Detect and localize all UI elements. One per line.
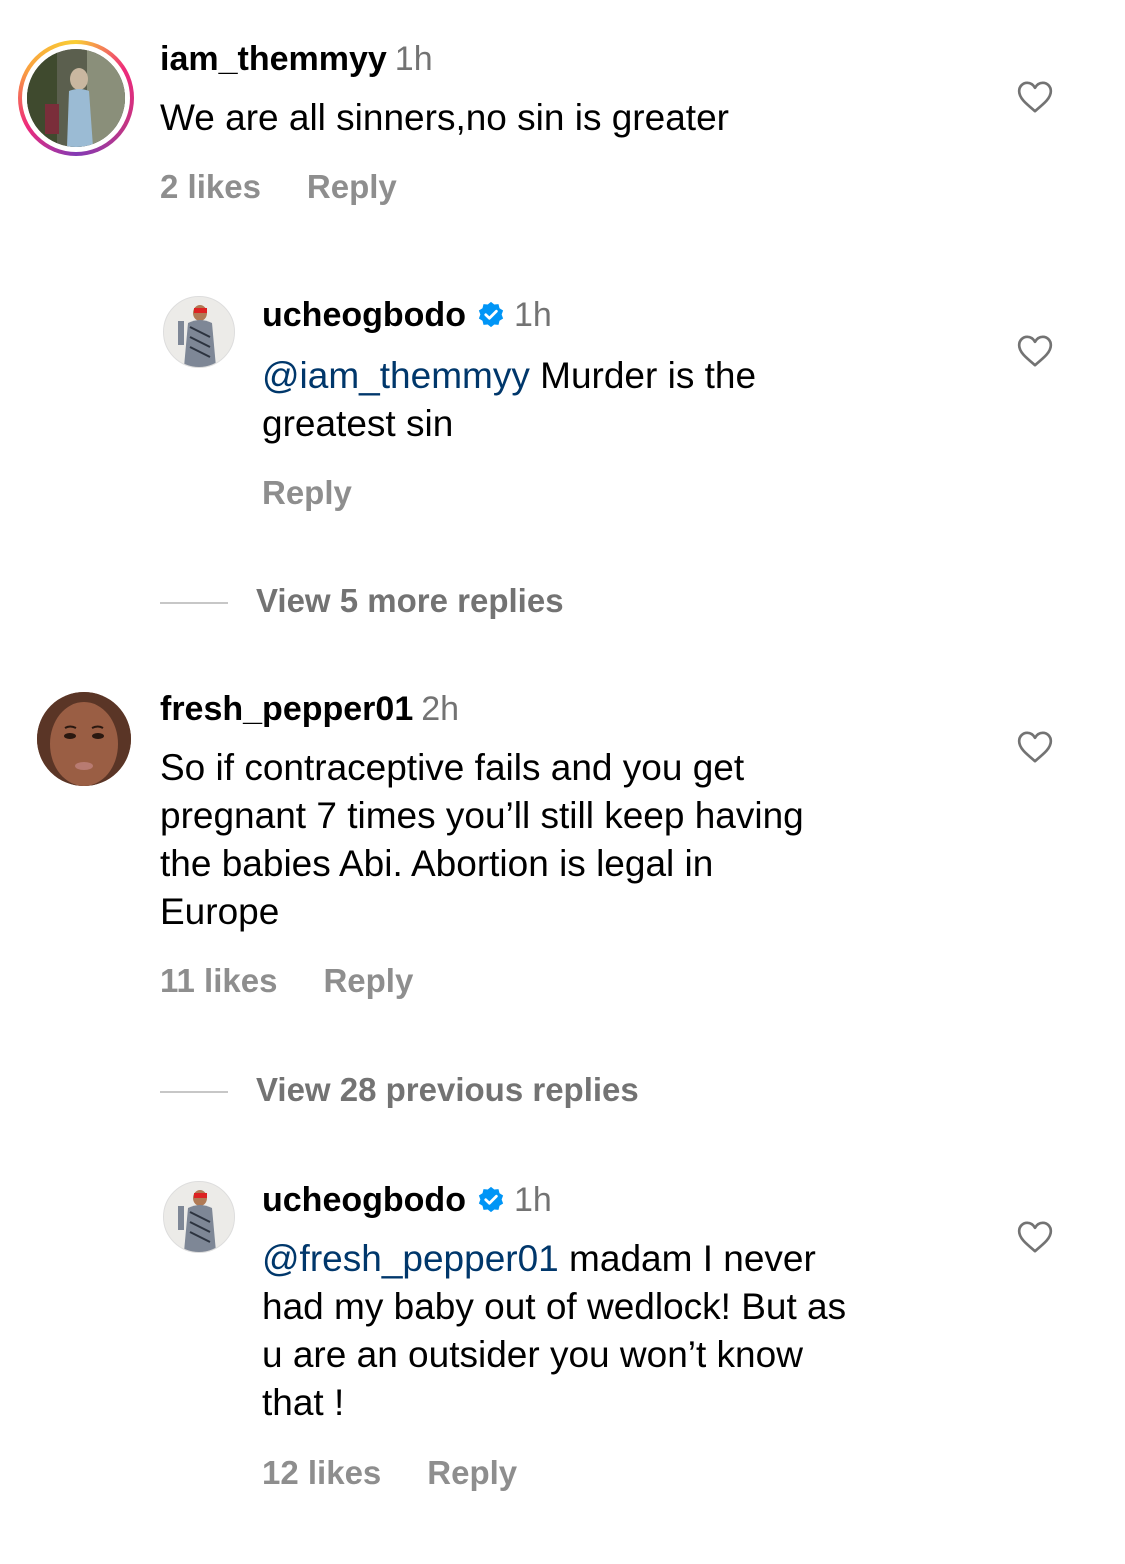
reply-button[interactable]: Reply xyxy=(427,1454,517,1491)
avatar-photo-icon xyxy=(27,49,125,147)
comment-text-line: greatest sin xyxy=(262,403,454,444)
reply-button[interactable]: Reply xyxy=(262,474,352,511)
comment-text-line: had my baby out of wedlock! But as xyxy=(262,1286,847,1327)
view-previous-replies-button[interactable]: View 28 previous replies xyxy=(160,1071,639,1109)
story-ring[interactable] xyxy=(18,40,134,156)
heart-icon[interactable] xyxy=(1015,727,1055,767)
avatar[interactable] xyxy=(27,49,125,147)
heart-icon[interactable] xyxy=(1015,77,1055,117)
avatar[interactable] xyxy=(163,296,235,368)
comment-text-line: that ! xyxy=(262,1382,345,1423)
comment-username[interactable]: ucheogbodo 1h xyxy=(262,1181,552,1220)
comment-text-line: u are an outsider you won’t know xyxy=(262,1334,803,1375)
mention-link[interactable]: @fresh_pepper01 xyxy=(262,1238,559,1279)
verified-badge-icon xyxy=(478,301,504,328)
comment-meta: 2 likes Reply xyxy=(160,168,443,206)
avatar-photo-icon xyxy=(164,1182,234,1252)
view-more-label[interactable]: View 28 previous replies xyxy=(256,1071,639,1108)
comment-username[interactable]: iam_themmyy 1h xyxy=(160,40,433,79)
comment-username[interactable]: fresh_pepper01 2h xyxy=(160,690,459,729)
username-label[interactable]: ucheogbodo xyxy=(262,296,466,334)
comment-text: @iam_themmyy Murder is the greatest sin xyxy=(262,352,1002,448)
avatar[interactable] xyxy=(37,692,131,786)
verified-badge-icon xyxy=(478,1186,504,1213)
comment-text-line: madam I never xyxy=(558,1238,816,1279)
comment-meta: 12 likes Reply xyxy=(262,1454,563,1492)
likes-count[interactable]: 11 likes xyxy=(160,962,277,999)
comment-time: 1h xyxy=(394,40,433,78)
comment-text: We are all sinners,no sin is greater xyxy=(160,97,729,138)
comment-text-line: pregnant 7 times you’ll still keep havin… xyxy=(160,795,804,836)
avatar-photo-icon xyxy=(164,297,234,367)
mention-link[interactable]: @iam_themmyy xyxy=(262,355,530,396)
comment-text: @fresh_pepper01 madam I never had my bab… xyxy=(262,1235,1002,1427)
heart-icon[interactable] xyxy=(1015,331,1055,371)
username-label[interactable]: fresh_pepper01 xyxy=(160,690,413,728)
comment-username[interactable]: ucheogbodo 1h xyxy=(262,296,552,335)
divider-line xyxy=(160,1091,228,1094)
comment-text-line: the babies Abi. Abortion is legal in xyxy=(160,843,714,884)
reply-button[interactable]: Reply xyxy=(323,962,413,999)
username-label[interactable]: iam_themmyy xyxy=(160,40,387,78)
comment-meta: 11 likes Reply xyxy=(160,962,459,1000)
view-more-replies-button[interactable]: View 5 more replies xyxy=(160,582,564,620)
comment-meta: Reply xyxy=(262,474,398,512)
reply-button[interactable]: Reply xyxy=(307,168,397,205)
comment-text: So if contraceptive fails and you get pr… xyxy=(160,744,1000,936)
divider-line xyxy=(160,602,228,605)
comment-text-line: Murder is the xyxy=(529,355,757,396)
comment-time: 1h xyxy=(513,296,552,334)
likes-count[interactable]: 12 likes xyxy=(262,1454,381,1491)
view-more-label[interactable]: View 5 more replies xyxy=(256,582,564,619)
username-label[interactable]: ucheogbodo xyxy=(262,1181,466,1219)
avatar[interactable] xyxy=(163,1181,235,1253)
comment-text-line: Europe xyxy=(160,891,280,932)
likes-count[interactable]: 2 likes xyxy=(160,168,261,205)
avatar-photo-icon xyxy=(37,692,131,786)
comment-time: 2h xyxy=(421,690,460,728)
comment-text-line: So if contraceptive fails and you get xyxy=(160,747,745,788)
comment-time: 1h xyxy=(513,1181,552,1219)
heart-icon[interactable] xyxy=(1015,1217,1055,1257)
